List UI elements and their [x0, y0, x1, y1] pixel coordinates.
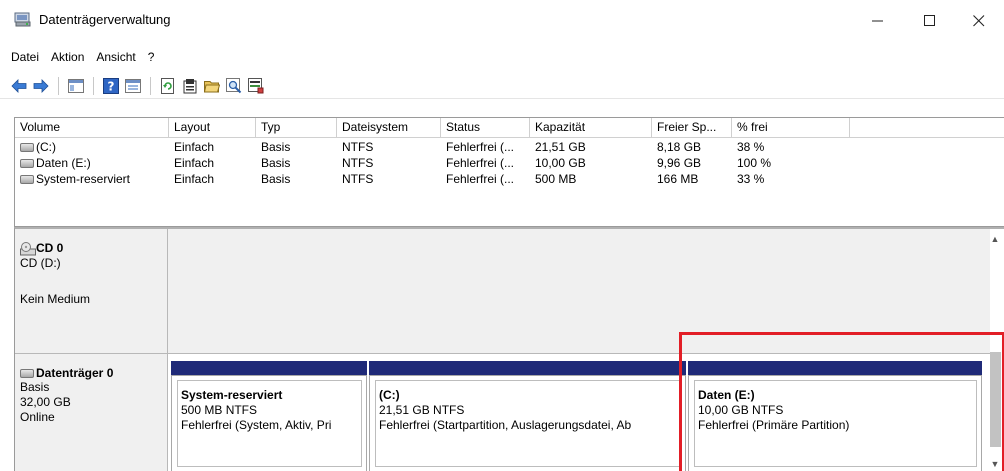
- menu-bar: Datei Aktion Ansicht ?: [0, 47, 160, 67]
- partition-c[interactable]: (C:) 21,51 GB NTFS Fehlerfrei (Startpart…: [369, 361, 686, 471]
- disk-name: CD 0: [36, 241, 64, 255]
- toolbar-separator: [93, 76, 94, 95]
- minimize-button[interactable]: [855, 6, 901, 36]
- disk-name: Datenträger 0: [36, 366, 114, 380]
- disk-manage-icon[interactable]: [247, 77, 265, 95]
- status-cell: Fehlerfrei (...: [446, 172, 515, 186]
- volume-list[interactable]: Volume Layout Typ Dateisystem Status Kap…: [14, 117, 1004, 227]
- disk-status: Online: [20, 410, 55, 424]
- column-header-dateisystem[interactable]: Dateisystem: [337, 118, 441, 138]
- volume-icon: [20, 159, 34, 169]
- title-bar: Datenträgerverwaltung: [0, 0, 1004, 40]
- disk-type: Basis: [20, 380, 50, 394]
- search-icon[interactable]: [225, 77, 243, 95]
- disk-drive-letter: CD (D:): [20, 255, 61, 270]
- status-cell: Fehlerfrei (...: [446, 156, 515, 170]
- partition-size: 21,51 GB NTFS: [379, 403, 465, 417]
- kapazitaet-cell: 10,00 GB: [535, 156, 586, 170]
- hard-disk-icon: [20, 369, 34, 379]
- column-header-prozent-frei[interactable]: % frei: [732, 118, 850, 138]
- console-tree-icon[interactable]: [67, 77, 85, 95]
- partition-name: System-reserviert: [181, 388, 283, 402]
- dateisystem-cell: NTFS: [342, 156, 374, 170]
- close-button[interactable]: [956, 6, 1002, 36]
- toolbar-separator: [150, 76, 151, 95]
- menu-ansicht[interactable]: Ansicht: [90, 47, 141, 67]
- highlight-box: [679, 332, 1004, 471]
- disk-media-status: Kein Medium: [20, 291, 91, 306]
- layout-cell: Einfach: [174, 172, 215, 186]
- layout-cell: Einfach: [174, 140, 215, 154]
- layout-cell: Einfach: [174, 156, 215, 170]
- status-cell: Fehlerfrei (...: [446, 140, 515, 154]
- partition-status: Fehlerfrei (System, Aktiv, Pri: [181, 418, 332, 432]
- column-header-empty: [850, 118, 1004, 138]
- details-icon[interactable]: [124, 77, 142, 95]
- partition-name: (C:): [379, 388, 400, 402]
- column-header-layout[interactable]: Layout: [169, 118, 256, 138]
- forward-arrow-icon[interactable]: [32, 77, 50, 95]
- volume-icon: [20, 143, 34, 153]
- menu-datei[interactable]: Datei: [0, 47, 45, 67]
- partition-header-bar: [171, 361, 367, 375]
- typ-cell: Basis: [261, 140, 291, 154]
- column-header-kapazitaet[interactable]: Kapazität: [530, 118, 652, 138]
- volume-name: (C:): [36, 140, 56, 154]
- open-folder-icon[interactable]: [203, 77, 221, 95]
- back-arrow-icon[interactable]: [10, 77, 28, 95]
- scroll-up-arrow-icon[interactable]: ▲: [989, 234, 1001, 246]
- column-header-typ[interactable]: Typ: [256, 118, 337, 138]
- freier-speicher-cell: 166 MB: [657, 172, 699, 186]
- toolbar: ?: [0, 73, 1004, 99]
- partition-status: Fehlerfrei (Startpartition, Auslagerungs…: [379, 418, 632, 432]
- disk-size: 32,00 GB: [20, 395, 71, 409]
- svg-text:?: ?: [108, 79, 115, 93]
- typ-cell: Basis: [261, 156, 291, 170]
- menu-help[interactable]: ?: [142, 47, 161, 67]
- volume-icon: [20, 175, 34, 185]
- volume-name: System-reserviert: [36, 172, 131, 186]
- disk-label-cd0[interactable]: CD 0 CD (D:) Kein Medium: [15, 229, 168, 353]
- partition-system-reserviert[interactable]: System-reserviert 500 MB NTFS Fehlerfrei…: [171, 361, 367, 471]
- prozent-frei-cell: 33 %: [737, 172, 765, 186]
- maximize-button[interactable]: [907, 6, 953, 36]
- dateisystem-cell: NTFS: [342, 172, 374, 186]
- help-icon[interactable]: ?: [102, 77, 120, 95]
- freier-speicher-cell: 9,96 GB: [657, 156, 702, 170]
- window-title: Datenträgerverwaltung: [39, 12, 171, 27]
- kapazitaet-cell: 21,51 GB: [535, 140, 586, 154]
- column-header-status[interactable]: Status: [441, 118, 530, 138]
- prozent-frei-cell: 38 %: [737, 140, 765, 154]
- typ-cell: Basis: [261, 172, 291, 186]
- column-header-freier-speicher[interactable]: Freier Sp...: [652, 118, 732, 138]
- volume-name: Daten (E:): [36, 156, 91, 170]
- properties-icon[interactable]: [181, 77, 199, 95]
- column-header-volume[interactable]: Volume: [15, 118, 169, 138]
- partition-size: 500 MB NTFS: [181, 403, 258, 417]
- partition-header-bar: [369, 361, 686, 375]
- refresh-icon[interactable]: [159, 77, 177, 95]
- menu-aktion[interactable]: Aktion: [45, 47, 90, 67]
- disk-management-icon: [14, 11, 32, 27]
- kapazitaet-cell: 500 MB: [535, 172, 577, 186]
- dateisystem-cell: NTFS: [342, 140, 374, 154]
- disk-label-disk0[interactable]: Datenträger 0 Basis 32,00 GB Online: [15, 354, 168, 471]
- prozent-frei-cell: 100 %: [737, 156, 772, 170]
- freier-speicher-cell: 8,18 GB: [657, 140, 702, 154]
- cd-drive-icon: [20, 241, 36, 256]
- toolbar-separator: [58, 76, 59, 95]
